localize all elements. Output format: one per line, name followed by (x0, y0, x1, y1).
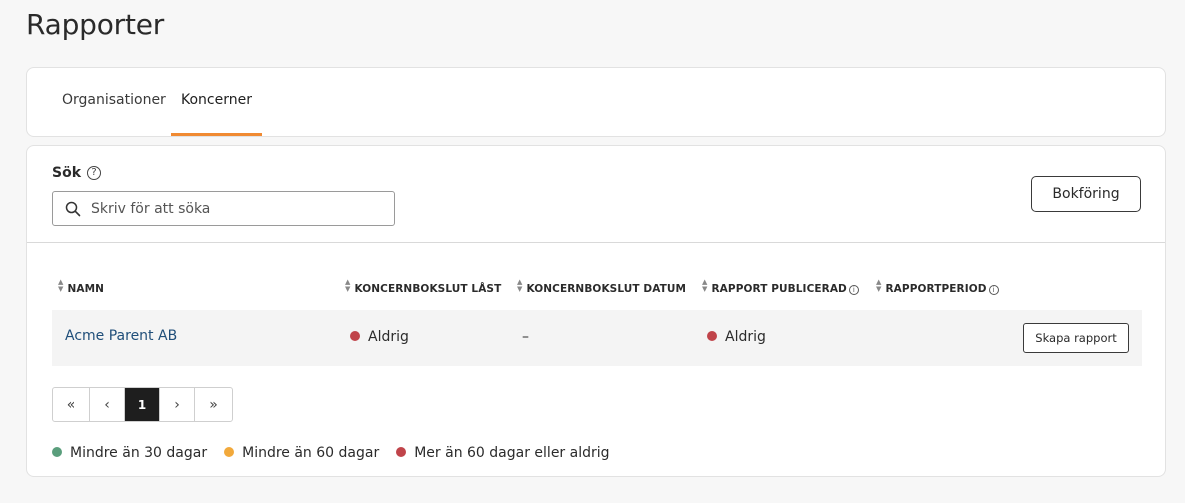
column-header-rapportperiod[interactable]: ▲ ▼ RAPPORTPERIOD i (876, 279, 999, 295)
column-header-label: NAMN (67, 283, 105, 295)
bokforing-button[interactable]: Bokföring (1031, 176, 1141, 212)
published-status: Aldrig (707, 329, 766, 345)
column-header-rapport-publicerad[interactable]: ▲ ▼ RAPPORT PUBLICERAD i (702, 279, 859, 295)
legend-item: Mer än 60 dagar eller aldrig (396, 445, 610, 461)
legend-item: Mindre än 30 dagar (52, 445, 207, 461)
company-name-link[interactable]: Acme Parent AB (65, 328, 177, 344)
pagination: « ‹ 1 › » (52, 387, 233, 422)
magnifier-icon (65, 201, 81, 217)
legend-dot (224, 447, 235, 457)
next-page-button[interactable]: › (160, 388, 195, 421)
tab-organisationer[interactable]: Organisationer (52, 92, 176, 136)
column-header-label: RAPPORTPERIOD (885, 283, 987, 295)
table-row: Acme Parent AB Aldrig – Aldrig Skapa rap… (52, 310, 1142, 366)
first-page-button[interactable]: « (53, 388, 90, 421)
legend-dot (396, 447, 407, 457)
column-header-label: KONCERNBOKSLUT LÅST (354, 283, 502, 295)
sort-arrows-icon: ▲ ▼ (517, 278, 523, 293)
legend: Mindre än 30 dagar Mindre än 60 dagar Me… (52, 445, 627, 461)
legend-label: Mindre än 60 dagar (242, 445, 380, 461)
column-header-koncernbokslut-datum[interactable]: ▲ ▼ KONCERNBOKSLUT DATUM (517, 278, 687, 296)
published-status-text: Aldrig (725, 329, 766, 345)
legend-label: Mindre än 30 dagar (70, 445, 208, 461)
search-box[interactable] (52, 191, 395, 226)
page-title: Rapporter (26, 8, 165, 41)
column-header-koncernbokslut-last[interactable]: ▲ ▼ KONCERNBOKSLUT LÅST (345, 278, 502, 296)
legend-dot (52, 447, 62, 457)
last-page-button[interactable]: » (195, 388, 232, 421)
locked-status: Aldrig (350, 329, 409, 345)
page-1-button[interactable]: 1 (125, 388, 160, 421)
date-value: – (522, 329, 529, 345)
create-report-button[interactable]: Skapa rapport (1023, 323, 1129, 353)
search-input[interactable] (89, 199, 384, 219)
sort-arrows-icon: ▲ ▼ (345, 278, 351, 293)
tabs-card: Organisationer Koncerner (26, 67, 1166, 137)
column-header-label: KONCERNBOKSLUT DATUM (526, 283, 687, 295)
column-header-namn[interactable]: ▲ ▼ NAMN (58, 278, 105, 296)
tab-koncerner[interactable]: Koncerner (171, 92, 262, 136)
sort-arrows-icon: ▲ ▼ (702, 278, 708, 293)
locked-status-text: Aldrig (368, 329, 409, 345)
status-dot (707, 331, 717, 341)
legend-item: Mindre än 60 dagar (224, 445, 379, 461)
previous-page-button[interactable]: ‹ (90, 388, 125, 421)
sort-arrows-icon: ▲ ▼ (876, 278, 882, 293)
info-circle-icon[interactable]: i (988, 285, 999, 295)
sort-ascending-icon: ▲ ▼ (58, 278, 64, 293)
status-dot (350, 331, 360, 341)
main-card: Sök ? Bokföring ▲▼NAMN ▲▼KONCERNBOKSLUT … (26, 145, 1166, 477)
info-circle-icon[interactable]: i (848, 285, 859, 295)
divider (27, 242, 1165, 243)
legend-label: Mer än 60 dagar eller aldrig (414, 445, 610, 461)
question-circle-icon[interactable]: ? (87, 166, 101, 180)
search-label: Sök (52, 165, 82, 181)
column-header-label: RAPPORT PUBLICERAD (711, 283, 847, 295)
